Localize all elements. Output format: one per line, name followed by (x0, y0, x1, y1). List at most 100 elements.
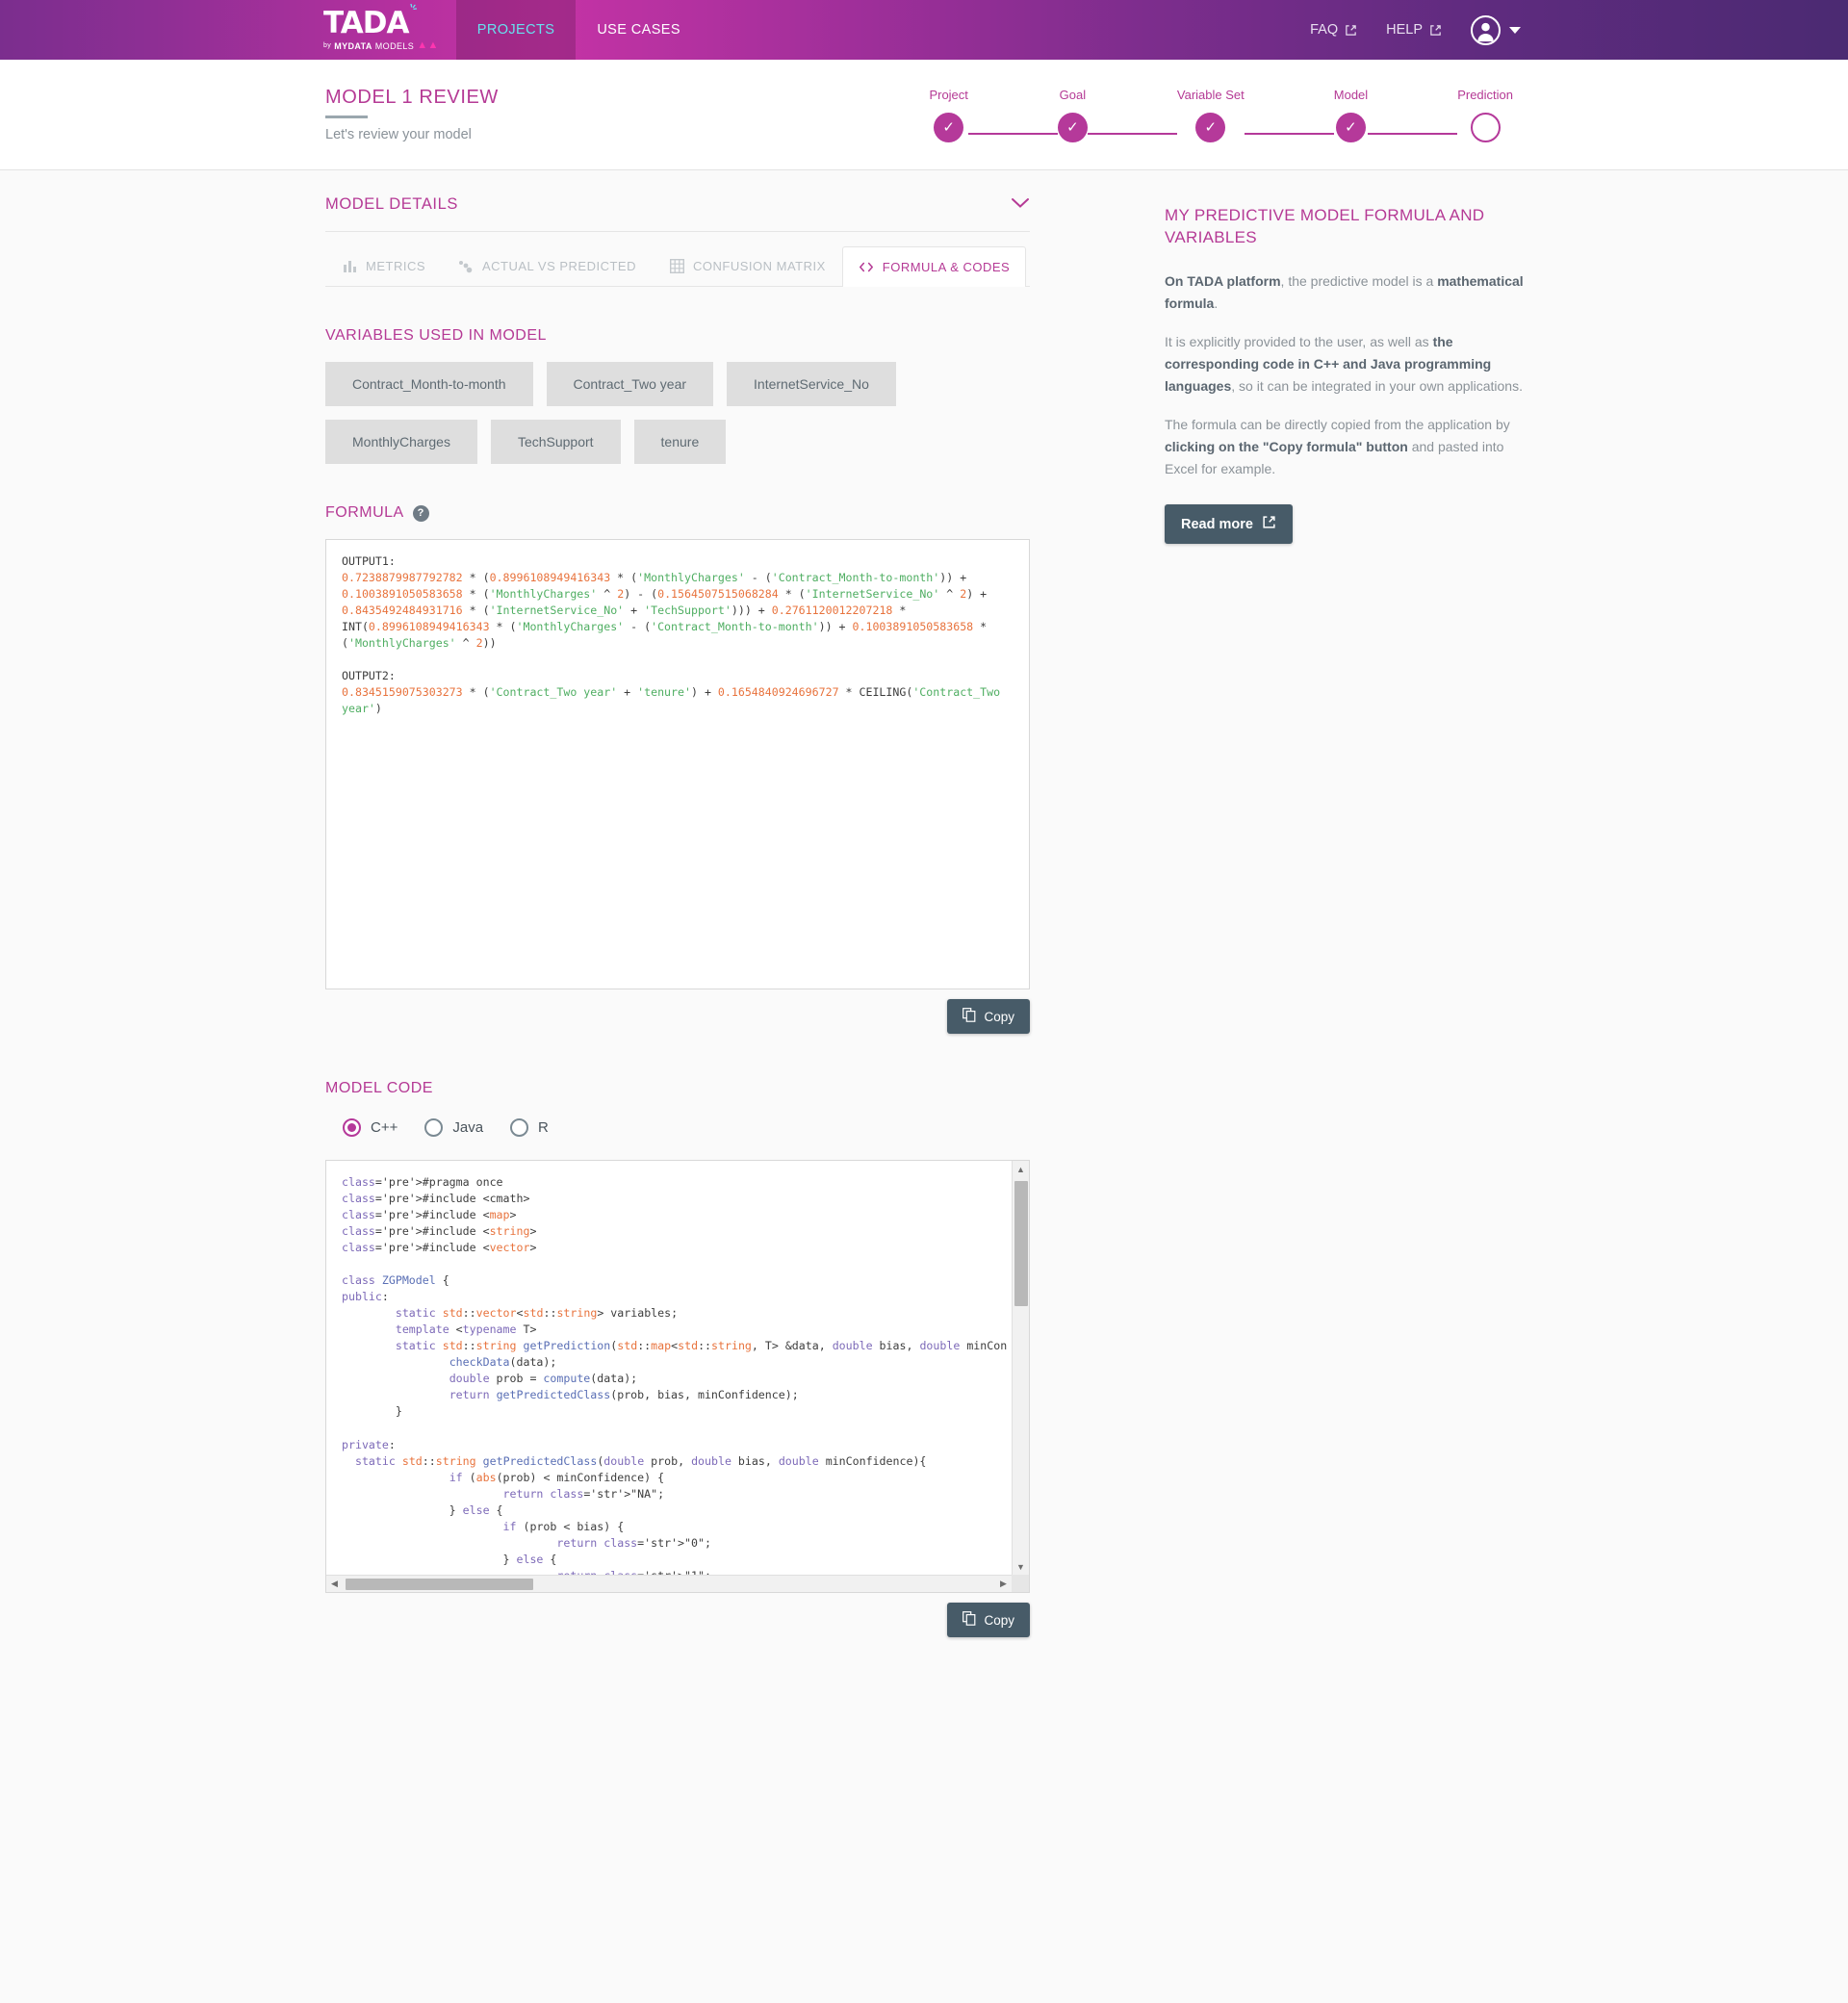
logo-subtitle: by MYDATA MODELS ▲▲ (323, 40, 439, 51)
variable-chip[interactable]: MonthlyCharges (325, 420, 477, 464)
radio-java-label: Java (452, 1119, 484, 1136)
step-prediction-label: Prediction (1457, 87, 1513, 102)
logo-triangles-icon: ▲▲ (417, 39, 439, 51)
language-radio-group: C++ Java R (343, 1118, 1155, 1137)
chevron-down-icon (1509, 26, 1521, 34)
side-panel-paragraph: The formula can be directly copied from … (1165, 417, 1510, 476)
model-code-copy-row: Copy (325, 1603, 1030, 1637)
formula-textarea[interactable]: OUTPUT1: 0.7238879987792782 * (0.8996108… (325, 539, 1030, 989)
model-code-textarea[interactable]: class='pre'>#pragma once class='pre'>#in… (325, 1160, 1030, 1593)
vertical-scroll-thumb[interactable] (1014, 1181, 1028, 1306)
vertical-scroll-track[interactable] (1013, 1177, 1029, 1558)
tab-metrics[interactable]: METRICS (325, 245, 442, 286)
title-underline (325, 116, 368, 118)
page-subtitle: Let's review your model (325, 127, 472, 142)
radio-java[interactable]: Java (424, 1118, 483, 1137)
step-model[interactable]: Model ✓ (1334, 88, 1368, 142)
side-panel-title: MY PREDICTIVE MODEL FORMULA AND VARIABLE… (1165, 206, 1485, 246)
step-connector (1244, 132, 1334, 135)
nav-item-projects[interactable]: PROJECTS (455, 0, 577, 60)
step-prediction[interactable]: Prediction (1457, 88, 1513, 142)
code-horizontal-scrollbar[interactable]: ◀ ▶ (326, 1575, 1012, 1592)
radio-cpp-circle[interactable] (343, 1118, 361, 1137)
step-project-dot: ✓ (934, 112, 964, 142)
bottom-spacer (325, 1637, 1155, 2003)
logo-by: by (323, 42, 332, 49)
page-subheader: MODEL 1 REVIEW Let's review your model P… (0, 60, 1848, 170)
radio-r-circle[interactable] (510, 1118, 529, 1137)
user-icon (1477, 22, 1494, 41)
code-vertical-scrollbar[interactable]: ▲ ▼ (1012, 1161, 1029, 1575)
copy-code-label: Copy (984, 1612, 1014, 1628)
scroll-right-arrow-icon[interactable]: ▶ (995, 1579, 1012, 1589)
variable-chip[interactable]: TechSupport (490, 420, 621, 464)
step-goal[interactable]: Goal ✓ (1057, 88, 1088, 142)
read-more-button[interactable]: Read more (1165, 504, 1293, 545)
radio-java-circle[interactable] (424, 1118, 444, 1137)
model-details-header[interactable]: MODEL DETAILS (325, 194, 1030, 232)
nav-link-help-label: HELP (1386, 22, 1423, 38)
step-prediction-dot (1470, 112, 1501, 142)
tab-metrics-label: METRICS (366, 259, 425, 273)
logo-text: TADA (323, 6, 409, 40)
nav-link-faq-label: FAQ (1310, 22, 1339, 38)
external-link-icon (1346, 24, 1356, 36)
nav-link-help[interactable]: HELP (1386, 22, 1442, 38)
variable-chip[interactable]: Contract_Month-to-month (325, 362, 533, 406)
main-column: MODEL DETAILS METRICS ACTUAL VS PREDICTE… (0, 170, 1155, 2003)
step-goal-dot: ✓ (1057, 112, 1088, 142)
grid-icon (669, 259, 684, 273)
check-icon: ✓ (1066, 119, 1079, 136)
nav-link-faq[interactable]: FAQ (1310, 22, 1357, 38)
nav-item-projects-label: PROJECTS (476, 22, 555, 38)
formula-section-title: FORMULA ? (325, 504, 1155, 522)
model-code-title-text: MODEL CODE (325, 1080, 433, 1096)
check-icon: ✓ (1204, 119, 1218, 136)
user-menu[interactable] (1471, 14, 1521, 45)
code-brackets-icon (859, 260, 874, 274)
side-panel-paragraph: It is explicitly provided to the user, a… (1165, 334, 1523, 394)
step-project[interactable]: Project ✓ (929, 87, 968, 142)
radio-cpp[interactable]: C++ (343, 1118, 398, 1137)
logo-bold: MYDATA (334, 40, 372, 51)
variable-chip[interactable]: InternetService_No (727, 362, 896, 406)
variables-chip-list: Contract_Month-to-month Contract_Two yea… (325, 362, 1057, 464)
nav-left-group: TADA by MYDATA MODELS ▲▲ PROJECTS USE CASE… (323, 0, 702, 60)
tab-confusion-matrix[interactable]: CONFUSION MATRIX (653, 245, 842, 286)
scroll-up-arrow-icon[interactable]: ▲ (1016, 1161, 1025, 1177)
horizontal-scroll-track[interactable] (343, 1576, 995, 1592)
variable-chip[interactable]: tenure (633, 420, 727, 464)
variables-section-title: VARIABLES USED IN MODEL (325, 327, 1155, 345)
avatar (1471, 14, 1501, 45)
variable-chip[interactable]: Contract_Two year (546, 362, 714, 406)
horizontal-scroll-thumb[interactable] (346, 1579, 533, 1590)
tab-formula-and-codes[interactable]: FORMULA & CODES (841, 246, 1027, 287)
radio-r[interactable]: R (510, 1118, 549, 1137)
copy-code-button[interactable]: Copy (947, 1603, 1030, 1637)
tab-confusion-matrix-label: CONFUSION MATRIX (693, 259, 826, 273)
page-title: MODEL 1 REVIEW (325, 87, 499, 108)
step-project-label: Project (929, 87, 968, 102)
page-title-block: MODEL 1 REVIEW Let's review your model (325, 87, 499, 142)
step-variable-set-dot: ✓ (1195, 112, 1226, 142)
copy-icon (962, 1611, 976, 1629)
formula-title-text: FORMULA (325, 504, 404, 521)
model-details-title: MODEL DETAILS (325, 194, 458, 213)
scroll-down-arrow-icon[interactable]: ▼ (1016, 1558, 1025, 1575)
logo-wordmark: TADA (323, 4, 418, 40)
formula-copy-row: Copy (325, 999, 1030, 1034)
step-variable-set[interactable]: Variable Set ✓ (1177, 88, 1245, 142)
variables-title-text: VARIABLES USED IN MODEL (325, 327, 547, 344)
step-variable-set-label: Variable Set (1176, 87, 1245, 102)
nav-item-use-cases[interactable]: USE CASES (576, 0, 702, 60)
help-icon[interactable]: ? (412, 504, 429, 522)
step-connector (967, 132, 1058, 135)
scroll-left-arrow-icon[interactable]: ◀ (326, 1579, 343, 1589)
tab-actual-vs-predicted[interactable]: ACTUAL VS PREDICTED (442, 245, 653, 286)
step-connector (1087, 132, 1177, 135)
chevron-down-icon[interactable] (1011, 194, 1030, 214)
step-connector (1368, 132, 1458, 135)
tada-logo[interactable]: TADA by MYDATA MODELS ▲▲ (323, 0, 456, 60)
copy-formula-button[interactable]: Copy (947, 999, 1030, 1034)
copy-icon (962, 1008, 976, 1025)
